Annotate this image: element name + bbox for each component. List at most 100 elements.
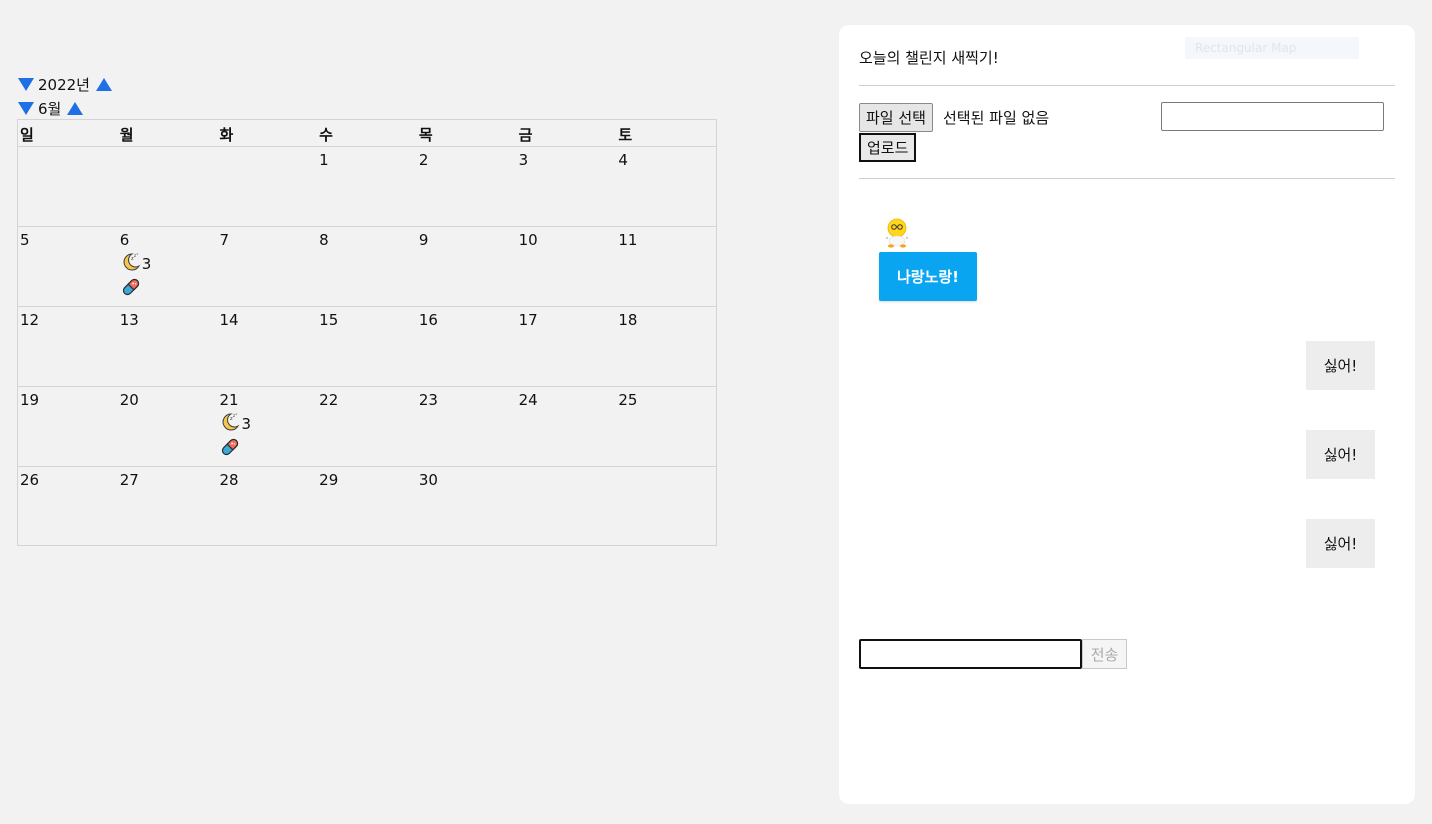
calendar-day[interactable]: 29 [317,467,417,547]
calendar-day[interactable]: 20 [118,387,218,466]
calendar-day[interactable]: 10 [517,227,617,306]
prev-year-icon[interactable] [18,78,34,91]
prev-month-icon[interactable] [18,102,34,115]
calendar-day[interactable]: 26 [18,467,118,547]
calendar-day[interactable]: 22 [317,387,417,466]
challenge-panel: 오늘의 챌린지 새찍기! Rectangular Map 파일 선택 선택된 파… [839,25,1415,804]
day-number: 21 [219,391,239,409]
day-number: 8 [319,231,329,249]
bot-message: 나랑노랑! [879,252,977,301]
day-number: 6 [119,231,130,249]
divider [859,85,1395,86]
calendar-day[interactable]: 4 [616,147,716,226]
day-number: 22 [319,391,339,409]
user-message: 싫어! [1306,430,1375,479]
pill-icon [120,276,218,300]
calendar-day[interactable]: 25 [616,387,716,466]
day-number: 11 [618,231,638,249]
year-nav: 2022년 [18,74,112,95]
day-number: 25 [618,391,638,409]
calendar-week: 5 6 z z z 3 7 8 9 10 11 [18,227,716,307]
day-number: 9 [418,231,429,249]
sleep-count: 3 [141,255,152,273]
divider [859,178,1395,179]
calendar-day[interactable]: 11 [616,227,716,306]
calendar-day [616,467,716,547]
calendar-day[interactable]: 14 [217,307,317,386]
calendar-day[interactable]: 23 [417,387,517,466]
calendar-day[interactable]: 28 [217,467,317,547]
day-number [219,151,317,172]
user-message: 싫어! [1306,341,1375,390]
sleeping-moon-icon: zzz [219,411,241,437]
day-number: 10 [518,231,538,249]
calendar-day[interactable]: 7 [217,227,317,306]
day-number: 16 [418,311,438,329]
day-number: 26 [20,471,40,489]
day-number: 23 [418,391,438,409]
weekday-header: 일 월 화 수 목 금 토 [18,120,716,147]
calendar-weeks: 1 2 3 4 5 6 z z z 3 7 8 9 10 11 12 13 14 15 16 17 18 19 20 21 z z z… [18,147,716,547]
send-button[interactable]: 전송 [1082,639,1127,669]
weekday-label: 월 [119,126,134,144]
day-number: 14 [219,311,239,329]
day-number: 15 [319,311,339,329]
bot-avatar-icon [880,217,914,249]
weekday-label: 화 [219,126,234,144]
chat-input[interactable] [859,639,1082,669]
day-number: 2 [418,151,429,169]
day-number: 27 [119,471,139,489]
next-month-icon[interactable] [67,102,84,115]
calendar-day[interactable]: 18 [616,307,716,386]
calendar-day [118,147,218,226]
sleep-record: zzz3 [219,412,317,436]
svg-text:z: z [236,412,238,416]
day-number: 13 [119,311,139,329]
year-label: 2022년 [38,76,90,94]
user-message: 싫어! [1306,519,1375,568]
sleeping-moon-icon: zzz [120,251,142,277]
calendar-day[interactable]: 13 [118,307,218,386]
weekday-label: 목 [418,126,433,144]
day-number [519,471,617,492]
calendar-day[interactable]: 30 [417,467,517,547]
calendar-day[interactable]: 6 zzz3 [118,227,218,306]
file-status: 선택된 파일 없음 [943,109,1050,127]
calendar-day[interactable]: 21 z z z 3 [217,387,317,466]
month-nav: 6월 [18,98,84,119]
calendar-day[interactable]: 19 [18,387,118,466]
calendar-week: 26 27 28 29 30 [18,467,716,547]
day-number: 12 [20,311,40,329]
calendar-day[interactable]: 3 [517,147,617,226]
panel-title: 오늘의 챌린지 새찍기! [859,49,999,67]
calendar-day[interactable]: 1 [317,147,417,226]
calendar-day[interactable]: 5 [18,227,118,306]
calendar-day[interactable]: 8 [317,227,417,306]
calendar-day[interactable]: 27 [118,467,218,547]
day-number: 19 [20,391,40,409]
svg-text:z: z [136,252,138,256]
calendar-week: 1 2 3 4 [18,147,716,227]
file-select-button[interactable]: 파일 선택 [859,103,933,132]
sleep-record: zzz3 [120,252,218,276]
day-number: 30 [418,471,438,489]
calendar-day[interactable]: 9 [417,227,517,306]
next-year-icon[interactable] [95,78,112,91]
text-input[interactable] [1161,102,1384,131]
weekday-label: 토 [618,126,633,144]
calendar-day[interactable]: 16 [417,307,517,386]
calendar-day[interactable]: 12 [18,307,118,386]
day-number: 17 [518,311,538,329]
day-number: 7 [219,231,229,249]
upload-button[interactable]: 업로드 [859,133,917,162]
calendar-day[interactable]: 17 [517,307,617,386]
calendar-week: 19 20 21 z z z 3 22 23 24 25 [18,387,716,467]
calendar-day[interactable]: 15 [317,307,417,386]
day-number [120,151,218,172]
calendar-week: 12 13 14 15 16 17 18 [18,307,716,387]
day-number: 24 [518,391,538,409]
calendar-day[interactable]: 2 [417,147,517,226]
calendar-day [517,467,617,547]
calendar-day[interactable]: 24 [517,387,617,466]
month-label: 6월 [38,100,62,118]
